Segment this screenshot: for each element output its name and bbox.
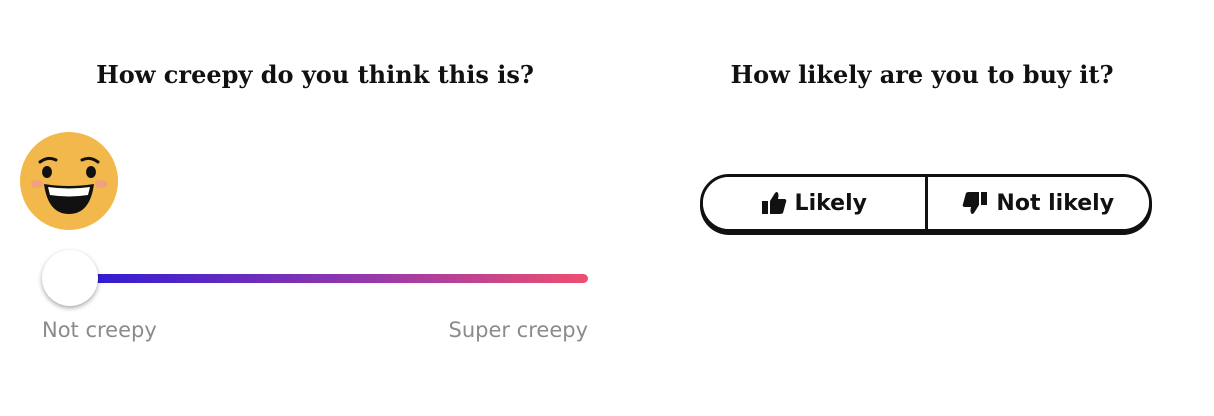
likely-label: Likely [794, 190, 867, 216]
creepiness-slider[interactable] [42, 250, 590, 310]
creepiness-question: How creepy do you think this is? [96, 60, 534, 89]
thumbs-up-icon [761, 191, 787, 215]
grinning-face-icon [20, 132, 118, 230]
not-likely-button[interactable]: Not likely [924, 177, 1149, 229]
slider-thumb[interactable] [42, 250, 98, 306]
purchase-vote-group: Likely Not likely [700, 174, 1152, 232]
slider-track[interactable] [72, 274, 588, 283]
slider-min-label: Not creepy [42, 318, 157, 342]
creepiness-panel: How creepy do you think this is? Not cre… [0, 0, 630, 416]
not-likely-label: Not likely [996, 190, 1115, 216]
purchase-panel: How likely are you to buy it? Likely Not… [630, 0, 1214, 416]
thumbs-down-icon [962, 191, 988, 215]
likely-button[interactable]: Likely [703, 177, 925, 229]
purchase-question: How likely are you to buy it? [730, 60, 1114, 89]
slider-max-label: Super creepy [448, 318, 588, 342]
